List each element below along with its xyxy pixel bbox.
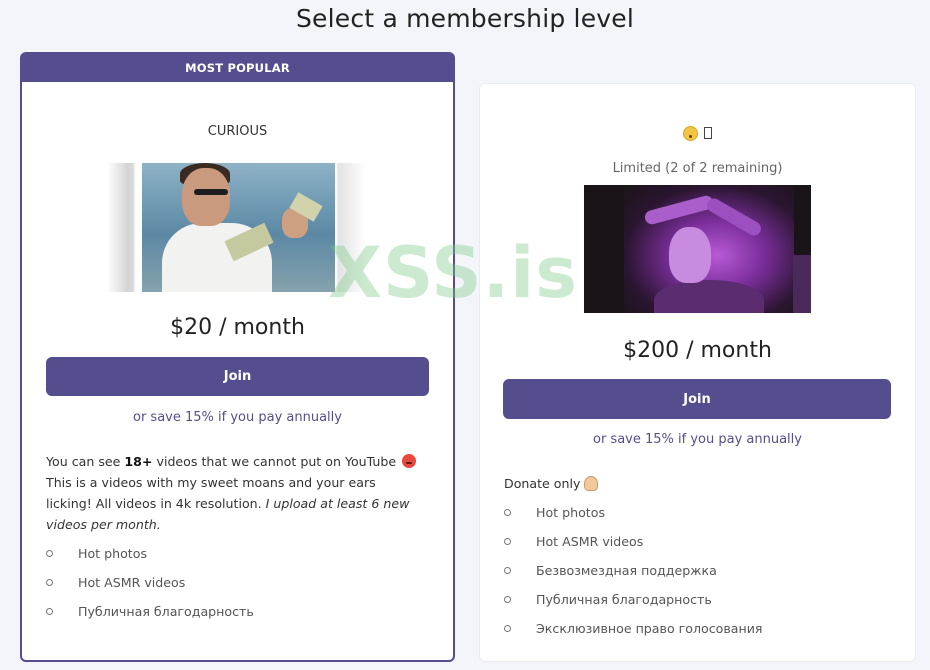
list-item: Hot photos [504,498,763,527]
tier-name: CURIOUS [207,124,268,139]
missing-glyph-icon [704,127,712,139]
angry-face-icon [402,454,417,468]
list-item: Эксклюзивное право голосования [504,614,763,643]
tier-description: You can see 18+ videos that we cannot pu… [46,451,421,535]
benefits-list: Hot photos Hot ASMR videos Публичная бла… [46,539,254,626]
tier-card-curious: MOST POPULAR CURIOUS $20 / month Join or… [20,52,455,662]
tier-name [480,126,915,141]
list-item: Hot photos [46,539,254,568]
save-annually-link[interactable]: or save 15% if you pay annually [22,410,453,425]
join-button[interactable]: Join [46,357,429,396]
list-item: Публичная благодарность [504,585,763,614]
join-button[interactable]: Join [503,379,891,419]
tier-photo [142,163,335,292]
tier-image [107,163,367,292]
list-item: Hot ASMR videos [46,568,254,597]
tier-price: $200 / month [623,338,772,363]
hushed-face-icon [683,126,698,141]
list-item: Hot ASMR videos [504,527,763,556]
save-annually-link[interactable]: or save 15% if you pay annually [480,432,915,447]
tier-image [584,185,811,313]
list-item: Безвозмездная поддержка [504,556,763,585]
benefits-list: Hot photos Hot ASMR videos Безвозмездная… [504,498,763,643]
page-title: Select a membership level [295,4,635,33]
tier-price: $20 / month [170,315,305,340]
most-popular-ribbon: MOST POPULAR [22,54,453,82]
tier-card-premium: Limited (2 of 2 remaining) $200 / month … [479,83,916,662]
tier-description: Donate only [504,476,599,491]
list-item: Публичная благодарность [46,597,254,626]
limited-availability: Limited (2 of 2 remaining) [612,161,783,176]
folded-hands-icon [584,476,599,491]
